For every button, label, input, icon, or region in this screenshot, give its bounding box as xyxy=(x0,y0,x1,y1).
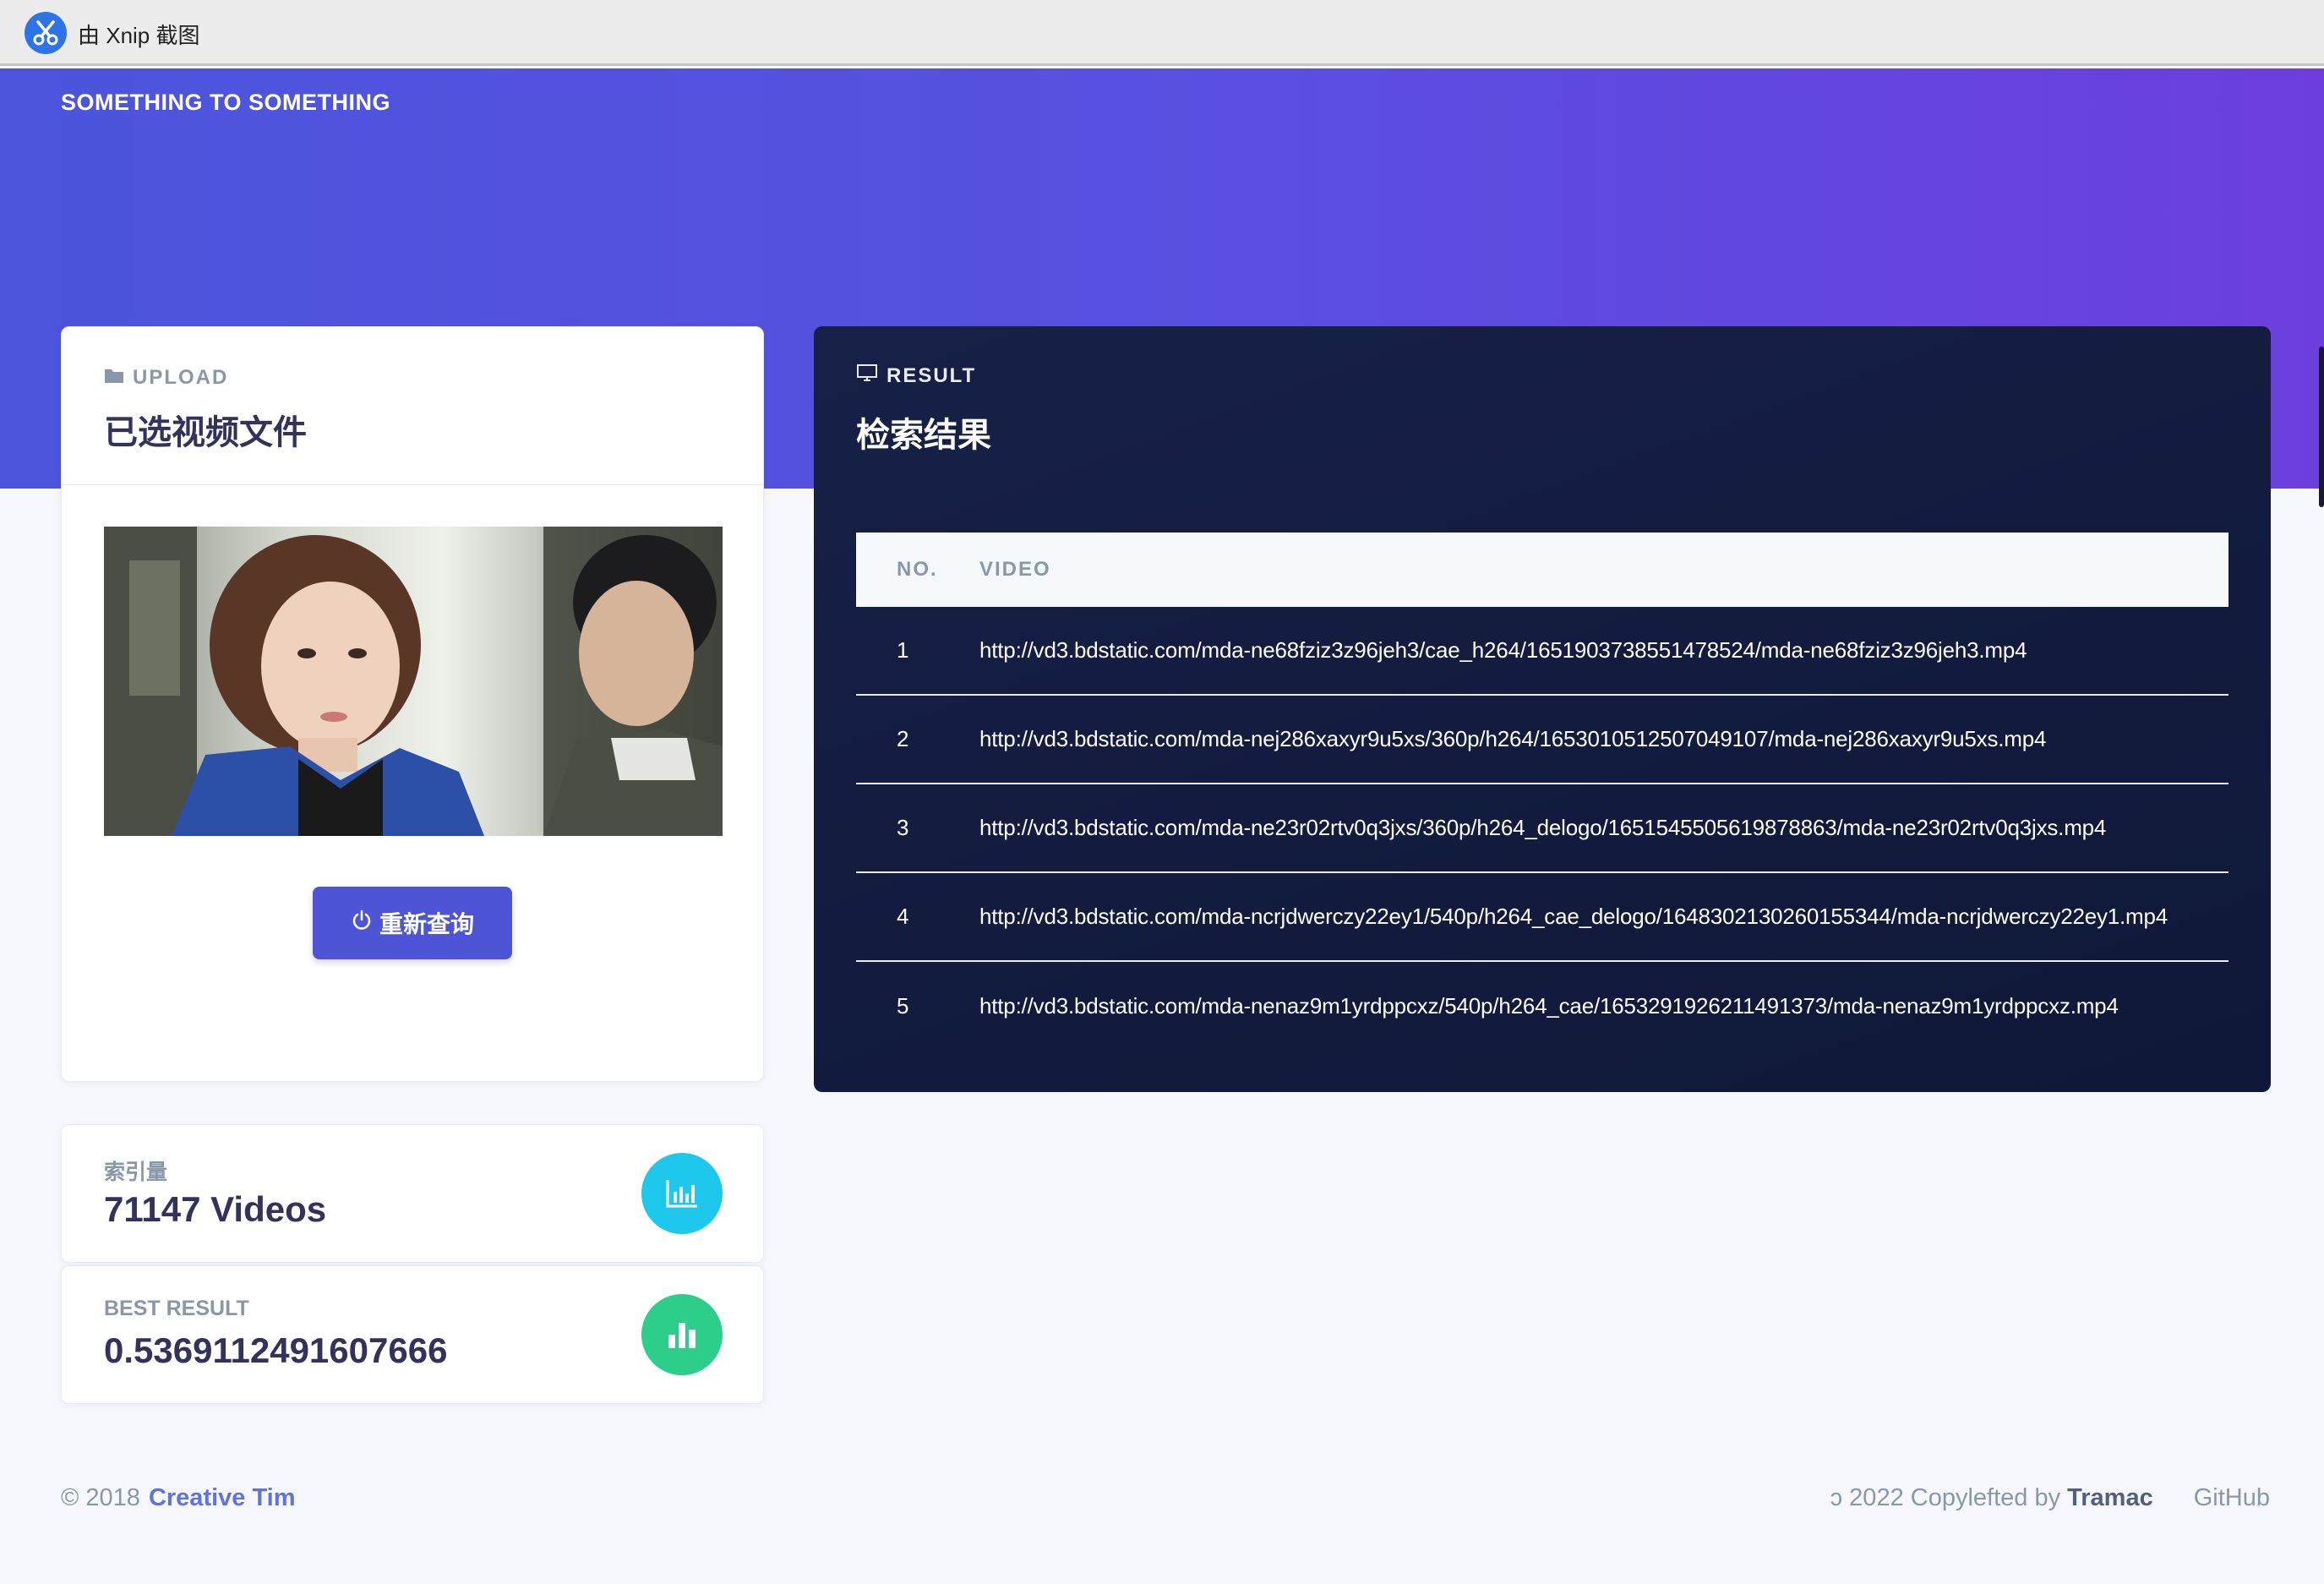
upload-title: 已选视频文件 xyxy=(104,414,307,451)
table-row: 4 http://vd3.bdstatic.com/mda-ncrjdwercz… xyxy=(856,873,2229,962)
column-header-no: NO. xyxy=(897,558,938,581)
upload-eyebrow: UPLOAD xyxy=(104,366,228,390)
table-header: NO. VIDEO xyxy=(856,533,2229,607)
github-link[interactable]: GitHub xyxy=(2194,1484,2270,1512)
best-result-label: BEST RESULT xyxy=(104,1297,249,1320)
creative-tim-link[interactable]: Creative Tim xyxy=(149,1484,296,1511)
copyleft-prefix: ɔ 2022 Copylefted by xyxy=(1830,1484,2061,1511)
monitor-icon xyxy=(856,363,878,388)
video-url[interactable]: http://vd3.bdstatic.com/mda-ne68fziz3z96… xyxy=(979,637,2229,664)
brand-link[interactable]: SOMETHING TO SOMETHING xyxy=(61,90,390,116)
table-row: 1 http://vd3.bdstatic.com/mda-ne68fziz3z… xyxy=(856,607,2229,696)
xnip-scissors-icon xyxy=(25,12,67,54)
video-preview xyxy=(104,527,723,836)
video-url[interactable]: http://vd3.bdstatic.com/mda-ne23r02rtv0q… xyxy=(979,815,2229,841)
chart-bar-icon xyxy=(641,1294,723,1375)
upload-card: UPLOAD 已选视频文件 重新查询 xyxy=(61,326,764,1082)
column-header-video: VIDEO xyxy=(979,558,1051,581)
row-number: 4 xyxy=(897,904,909,929)
row-number: 1 xyxy=(897,637,909,663)
result-title: 检索结果 xyxy=(856,417,991,454)
footer-copyright: © 2018 Creative Tim xyxy=(61,1484,296,1512)
table-row: 2 http://vd3.bdstatic.com/mda-nej286xaxy… xyxy=(856,696,2229,784)
result-card: RESULT 检索结果 NO. VIDEO 1 http://vd3.bdsta… xyxy=(814,326,2271,1092)
result-table: NO. VIDEO 1 http://vd3.bdstatic.com/mda-… xyxy=(856,533,2229,1051)
upload-card-header: UPLOAD 已选视频文件 xyxy=(62,327,763,485)
requery-button[interactable]: 重新查询 xyxy=(313,887,512,959)
table-row: 5 http://vd3.bdstatic.com/mda-nenaz9m1yr… xyxy=(856,962,2229,1051)
upload-eyebrow-label: UPLOAD xyxy=(133,366,229,389)
row-number: 2 xyxy=(897,726,909,751)
requery-label: 重新查询 xyxy=(379,911,474,937)
result-eyebrow-label: RESULT xyxy=(887,363,977,387)
copyleft-author[interactable]: Tramac xyxy=(2067,1484,2153,1511)
power-icon xyxy=(351,909,373,937)
bar-chart-icon xyxy=(641,1153,723,1234)
best-result-card: BEST RESULT 0.5369112491607666 xyxy=(61,1265,764,1404)
result-eyebrow: RESULT xyxy=(856,363,976,388)
copyleft-text: ɔ 2022 Copylefted by Tramac xyxy=(1830,1484,2153,1512)
index-count-label: 索引量 xyxy=(104,1161,168,1184)
index-count-value: 71147 Videos xyxy=(104,1189,327,1229)
video-url[interactable]: http://vd3.bdstatic.com/mda-ncrjdwerczy2… xyxy=(979,904,2229,930)
row-number: 3 xyxy=(897,815,909,840)
index-count-card: 索引量 71147 Videos xyxy=(61,1124,764,1263)
best-result-value: 0.5369112491607666 xyxy=(104,1330,448,1370)
folder-icon xyxy=(104,366,124,390)
footer-links: ɔ 2022 Copylefted by Tramac GitHub xyxy=(1830,1484,2270,1512)
row-number: 5 xyxy=(897,993,909,1019)
scrollbar-thumb[interactable] xyxy=(2319,347,2324,507)
table-row: 3 http://vd3.bdstatic.com/mda-ne23r02rtv… xyxy=(856,784,2229,873)
capture-title-bar: 由 Xnip 截图 xyxy=(0,0,2324,66)
video-url[interactable]: http://vd3.bdstatic.com/mda-nenaz9m1yrdp… xyxy=(979,993,2229,1019)
capture-title: 由 Xnip 截图 xyxy=(78,23,200,48)
video-url[interactable]: http://vd3.bdstatic.com/mda-nej286xaxyr9… xyxy=(979,726,2229,752)
copyright-text: © 2018 xyxy=(61,1484,140,1511)
